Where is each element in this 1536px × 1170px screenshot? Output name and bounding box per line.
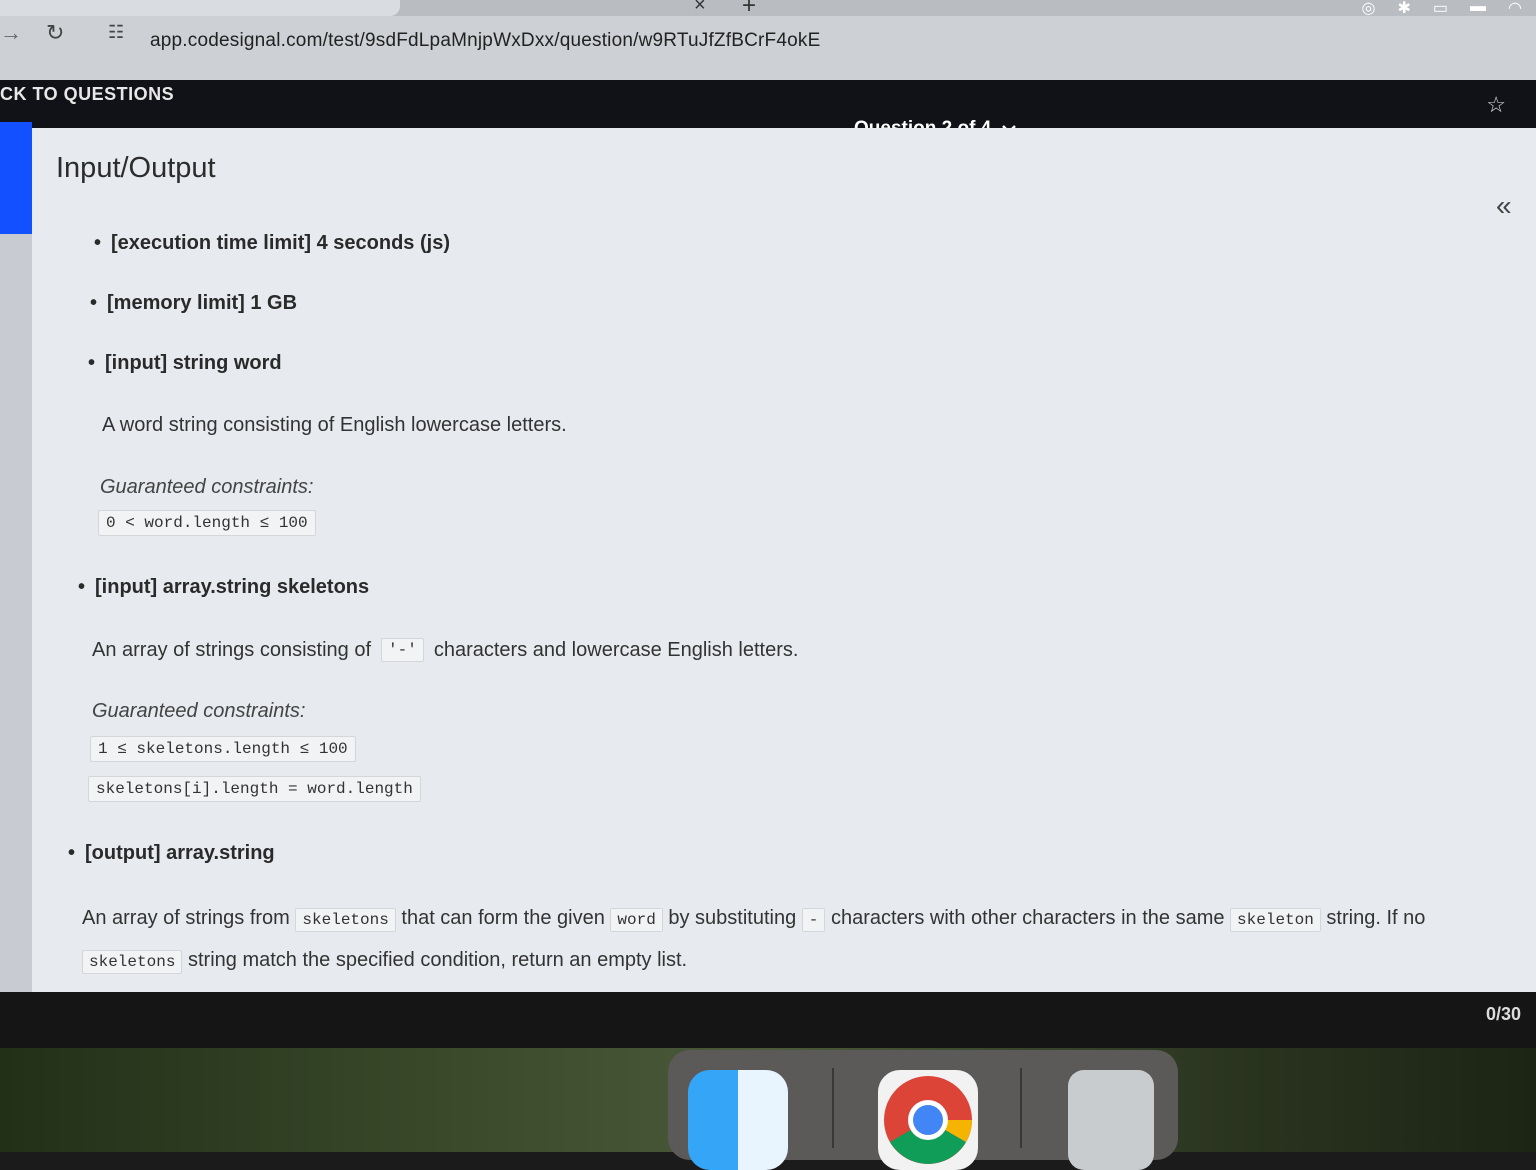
list-item: • [execution time limit] 4 seconds (js) <box>94 232 450 254</box>
constraint-code: 0 < word.length ≤ 100 <box>98 510 316 536</box>
back-to-questions-link[interactable]: CK TO QUESTIONS <box>0 84 174 105</box>
list-item: • [output] array.string <box>68 842 275 864</box>
input-skeletons-description: An array of strings consisting of '-' ch… <box>92 638 799 662</box>
inline-code: '-' <box>381 638 424 662</box>
left-gutter <box>0 234 32 994</box>
list-item: • [input] array.string skeletons <box>78 576 370 598</box>
inline-code: skeleton <box>1230 908 1321 932</box>
tab-close-icon[interactable]: × <box>694 0 706 17</box>
battery-icon[interactable]: ▬ <box>1470 0 1486 18</box>
forward-icon[interactable]: → <box>0 20 22 46</box>
new-tab-icon[interactable]: + <box>742 0 756 20</box>
browser-tab[interactable] <box>0 0 400 16</box>
record-icon[interactable]: ◎ <box>1362 0 1376 18</box>
constraints-label: Guaranteed constraints: <box>92 700 306 722</box>
site-info-icon[interactable]: ☷ <box>108 22 124 43</box>
dock-separator <box>832 1068 834 1148</box>
inline-code: skeletons <box>295 908 396 932</box>
finder-icon[interactable] <box>688 1070 788 1170</box>
output-label: [output] array.string <box>85 842 275 864</box>
address-bar[interactable]: app.codesignal.com/test/9sdFdLpaMnjpWxDx… <box>150 30 820 52</box>
bluetooth-icon[interactable]: ✱ <box>1398 0 1411 18</box>
collapse-panel-icon[interactable]: « <box>1496 190 1512 222</box>
chrome-icon[interactable] <box>878 1070 978 1170</box>
sidebar-accent <box>0 122 32 234</box>
wifi-icon[interactable]: ◠ <box>1508 0 1522 18</box>
display-icon[interactable]: ▭ <box>1433 0 1448 18</box>
page-title: Input/Output <box>56 152 216 184</box>
constraint: skeletons[i].length = word.length <box>88 776 421 802</box>
constraint-code: 1 ≤ skeletons.length ≤ 100 <box>90 736 356 762</box>
dock-separator <box>1020 1068 1022 1148</box>
trash-icon[interactable] <box>1068 1070 1154 1170</box>
input-word-description: A word string consisting of English lowe… <box>102 414 567 436</box>
constraint-code: skeletons[i].length = word.length <box>88 776 421 802</box>
chrome-logo-icon <box>884 1076 972 1164</box>
char-count: 0/30 <box>1486 1004 1522 1024</box>
inline-code: skeletons <box>82 950 183 974</box>
memory-limit: [memory limit] 1 GB <box>107 292 298 314</box>
execution-time-limit: [execution time limit] 4 seconds (js) <box>111 232 450 254</box>
constraint: 1 ≤ skeletons.length ≤ 100 <box>90 736 356 762</box>
inline-code: word <box>610 908 663 932</box>
constraint: 0 < word.length ≤ 100 <box>98 510 316 536</box>
input-word-label: [input] string word <box>105 352 282 374</box>
system-tray: ◎ ✱ ▭ ▬ ◠ <box>1362 0 1522 18</box>
list-item: • [input] string word <box>88 352 282 374</box>
constraints-label: Guaranteed constraints: <box>100 476 314 498</box>
reload-icon[interactable]: ↻ <box>46 20 64 46</box>
bookmark-star-icon[interactable]: ☆ <box>1486 92 1506 118</box>
list-item: • [memory limit] 1 GB <box>90 292 298 314</box>
inline-code: - <box>801 908 826 932</box>
output-description: An array of strings from skeletons that … <box>82 898 1502 982</box>
editor-footer <box>0 992 1536 1048</box>
input-skeletons-label: [input] array.string skeletons <box>95 576 370 598</box>
